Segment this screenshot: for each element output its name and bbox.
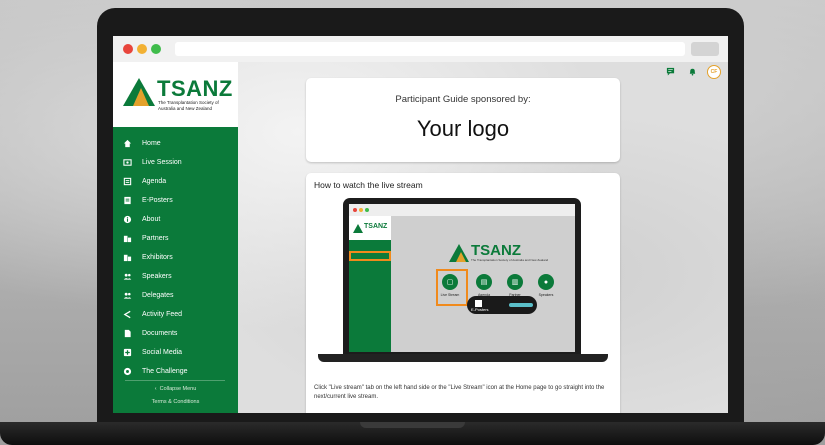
- browser-menu-button[interactable]: [691, 42, 719, 56]
- agenda-icon: [122, 177, 132, 187]
- sidebar-item-about[interactable]: About: [113, 210, 238, 229]
- chevron-left-icon: ‹: [154, 386, 157, 392]
- laptop-frame: TSANZ The Transplantation Society of Aus…: [97, 8, 744, 428]
- brand-subtitle: The Transplantation Society of Australia…: [158, 100, 219, 111]
- laptop-notch: [360, 422, 465, 428]
- sponsor-heading: Participant Guide sponsored by:: [395, 94, 531, 105]
- eposters-icon: [475, 300, 482, 307]
- browser-titlebar: [113, 36, 728, 62]
- sidebar-item-activity-feed[interactable]: Activity Feed: [113, 305, 238, 324]
- live-stream-icon: ▢: [442, 274, 458, 290]
- illustration-home-label: Live Stream: [440, 293, 460, 297]
- sidebar-item-delegates[interactable]: Delegates: [113, 286, 238, 305]
- live-session-icon: [122, 158, 132, 168]
- illustration-dot: [353, 208, 357, 212]
- illustration-home-label: Speakers: [538, 293, 554, 297]
- sidebar-item-label: Partners: [142, 235, 169, 242]
- illustration-dot: [359, 208, 363, 212]
- sponsor-logo-placeholder: Your logo: [416, 116, 510, 141]
- guide-illustration: TSANZ TSANZ The Transplantation Society …: [343, 198, 581, 354]
- exhibitors-icon: [122, 253, 132, 263]
- sidebar-item-label: About: [142, 216, 161, 223]
- sidebar-item-label: Live Session: [142, 159, 182, 166]
- delegates-icon: [122, 291, 132, 301]
- sidebar-item-partners[interactable]: Partners: [113, 229, 238, 248]
- illustration-pill-bar: [509, 303, 533, 307]
- illustration-main-brand-title: TSANZ: [471, 242, 521, 259]
- agenda-icon: ▤: [476, 274, 492, 290]
- sidebar-item-label: Speakers: [142, 273, 172, 280]
- illustration-live-session-highlight: [349, 251, 391, 261]
- minimize-window-button[interactable]: [137, 44, 147, 54]
- guide-caption: Click "Live stream" tab on the left hand…: [314, 385, 605, 400]
- close-window-button[interactable]: [123, 44, 133, 54]
- sidebar-divider: [125, 380, 225, 381]
- sidebar-item-label: E-Posters: [142, 197, 173, 204]
- collapse-menu-button[interactable]: ‹ Collapse Menu: [113, 386, 238, 392]
- sidebar-item-exhibitors[interactable]: Exhibitors: [113, 248, 238, 267]
- illustration-titlebar: [349, 204, 575, 216]
- sidebar-item-label: Delegates: [142, 292, 174, 299]
- sidebar-item-social-media[interactable]: Social Media: [113, 343, 238, 362]
- illustration-screen: TSANZ TSANZ The Transplantation Society …: [349, 204, 575, 352]
- partners-icon: [122, 234, 132, 244]
- sidebar: TSANZ The Transplantation Society of Aus…: [113, 62, 238, 413]
- partners-icon: ▥: [507, 274, 523, 290]
- collapse-menu-label: Collapse Menu: [159, 386, 197, 392]
- eposters-icon: [122, 196, 132, 206]
- home-icon: [122, 139, 132, 149]
- sidebar-item-label: Exhibitors: [142, 254, 173, 261]
- sidebar-item-label: Agenda: [142, 178, 167, 185]
- app-content: TSANZ The Transplantation Society of Aus…: [113, 62, 728, 413]
- sidebar-item-label: Social Media: [142, 349, 183, 356]
- sponsor-card: Participant Guide sponsored by: Your log…: [306, 78, 620, 162]
- sidebar-item-agenda[interactable]: Agenda: [113, 172, 238, 191]
- speakers-icon: ●: [538, 274, 554, 290]
- challenge-icon: [122, 367, 132, 377]
- illustration-main-brand-subtitle: The Transplantation Society of Australia…: [471, 258, 549, 262]
- address-bar[interactable]: [175, 42, 685, 56]
- illustration-logo: TSANZ: [349, 216, 391, 240]
- sidebar-item-speakers[interactable]: Speakers: [113, 267, 238, 286]
- illustration-dot: [365, 208, 369, 212]
- sidebar-item-label: Documents: [142, 330, 178, 337]
- sidebar-item-label: Home: [142, 140, 161, 147]
- brand-title: TSANZ: [157, 76, 233, 101]
- sidebar-item-the-challenge[interactable]: The Challenge: [113, 362, 238, 381]
- chat-icon[interactable]: [665, 66, 675, 76]
- info-icon: [122, 215, 132, 225]
- illustration-eposters-pill: E-Posters: [467, 296, 537, 314]
- social-icon: [122, 348, 132, 358]
- avatar-initials: CF: [710, 69, 718, 75]
- document-icon: [122, 329, 132, 339]
- sidebar-item-home[interactable]: Home: [113, 134, 238, 153]
- illustration-brand-title: TSANZ: [364, 223, 388, 230]
- speakers-icon: [122, 272, 132, 282]
- sidebar-nav: Home Live Session Agenda E-Posters About…: [113, 134, 238, 381]
- illustration-pill-label: E-Posters: [471, 307, 489, 312]
- illustration-mountain-icon: [353, 224, 363, 233]
- guide-card: How to watch the live stream TSANZ TSANZ…: [306, 173, 620, 413]
- share-icon: [122, 310, 132, 320]
- illustration-laptop-base: [318, 354, 608, 362]
- sidebar-item-label: Activity Feed: [142, 311, 183, 318]
- terms-link[interactable]: Terms & Conditions: [113, 399, 238, 405]
- maximize-window-button[interactable]: [151, 44, 161, 54]
- guide-title: How to watch the live stream: [314, 180, 423, 190]
- sidebar-item-eposters[interactable]: E-Posters: [113, 191, 238, 210]
- bell-icon[interactable]: [687, 66, 697, 76]
- laptop-screen: TSANZ The Transplantation Society of Aus…: [113, 36, 728, 413]
- illustration-main-logo-accent: [456, 252, 466, 262]
- sidebar-item-documents[interactable]: Documents: [113, 324, 238, 343]
- sidebar-item-live-session[interactable]: Live Session: [113, 153, 238, 172]
- sidebar-item-label: The Challenge: [142, 368, 188, 375]
- logo-accent-icon: [133, 88, 149, 106]
- avatar[interactable]: CF: [707, 65, 721, 79]
- brand-logo[interactable]: TSANZ The Transplantation Society of Aus…: [113, 62, 238, 127]
